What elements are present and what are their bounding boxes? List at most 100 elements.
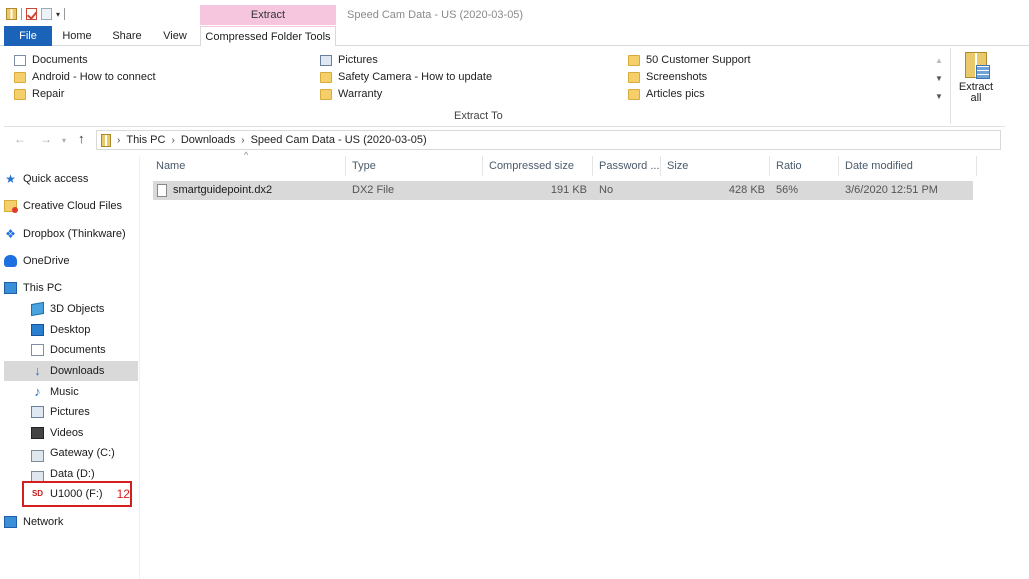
pictures-icon bbox=[320, 55, 332, 66]
nav-item-desktop[interactable]: Desktop bbox=[4, 320, 138, 340]
column-header-ratio[interactable]: Ratio bbox=[770, 156, 839, 176]
column-header-type[interactable]: Type bbox=[346, 156, 483, 176]
scroll-down-icon[interactable]: ▼ bbox=[932, 70, 946, 88]
extract-all-button[interactable]: Extract all bbox=[956, 52, 996, 104]
file-size: 428 KB bbox=[728, 184, 765, 196]
column-header-date-modified[interactable]: Date modified bbox=[839, 156, 977, 176]
nav-item-pictures[interactable]: Pictures bbox=[4, 402, 138, 422]
address-bar[interactable]: › This PC › Downloads › Speed Cam Data -… bbox=[96, 130, 1001, 150]
nav-item-videos[interactable]: Videos bbox=[4, 423, 138, 443]
navigation-pane: ★ Quick access Creative Cloud Files ❖ Dr… bbox=[0, 156, 140, 579]
pictures-icon bbox=[31, 406, 44, 418]
toolbar-divider bbox=[64, 8, 66, 20]
customize-caret-icon[interactable]: ▾ bbox=[56, 10, 60, 19]
up-arrow-icon[interactable]: ↑ bbox=[78, 131, 85, 146]
star-icon: ★ bbox=[5, 172, 16, 186]
onedrive-icon bbox=[4, 255, 17, 267]
destination-label: Android - How to connect bbox=[32, 71, 156, 83]
nav-item-this-pc[interactable]: This PC bbox=[4, 278, 138, 298]
zip-folder-icon[interactable] bbox=[6, 8, 17, 20]
nav-item-3d-objects[interactable]: 3D Objects bbox=[4, 299, 138, 319]
context-tab-group-label: Extract bbox=[200, 5, 336, 25]
nav-item-dropbox[interactable]: ❖ Dropbox (Thinkware) bbox=[4, 224, 138, 244]
file-icon bbox=[157, 184, 167, 197]
creative-cloud-icon bbox=[4, 200, 18, 213]
destination-item[interactable]: Warranty bbox=[320, 86, 382, 103]
file-password: No bbox=[599, 184, 614, 196]
ribbon-panel: Documents Pictures 50 Customer Support A… bbox=[4, 46, 1005, 127]
file-ratio: 56% bbox=[776, 184, 799, 196]
destination-item[interactable]: Android - How to connect bbox=[14, 69, 156, 86]
nav-item-label: 3D Objects bbox=[50, 303, 105, 315]
file-name: smartguidepoint.dx2 bbox=[173, 184, 273, 196]
downloads-icon: ↓ bbox=[34, 363, 41, 378]
ribbon-divider bbox=[950, 48, 951, 124]
scroll-up-icon[interactable]: ▲ bbox=[932, 52, 946, 70]
nav-item-onedrive[interactable]: OneDrive bbox=[4, 251, 138, 271]
folder-icon bbox=[628, 55, 640, 66]
folder-icon bbox=[320, 89, 332, 100]
this-pc-icon bbox=[4, 282, 17, 294]
destination-item[interactable]: 50 Customer Support bbox=[628, 52, 751, 69]
nav-item-label: Desktop bbox=[50, 324, 91, 336]
annotation-highlight-box bbox=[22, 481, 132, 507]
3d-objects-icon bbox=[31, 301, 44, 317]
tab-share[interactable]: Share bbox=[106, 26, 148, 46]
destination-item[interactable]: Articles pics bbox=[628, 86, 705, 103]
folder-icon bbox=[628, 72, 640, 83]
breadcrumb-separator: › bbox=[241, 134, 245, 146]
window-title: Speed Cam Data - US (2020-03-05) bbox=[347, 9, 524, 21]
destination-item[interactable]: Repair bbox=[14, 86, 64, 103]
table-row[interactable]: smartguidepoint.dx2 DX2 File 191 KB No 4… bbox=[153, 181, 973, 200]
destination-label: Pictures bbox=[338, 54, 378, 66]
ribbon-group-label: Extract To bbox=[454, 110, 503, 122]
address-row: ← → ▾ ↑ › This PC › Downloads › Speed Ca… bbox=[0, 130, 1029, 150]
tab-view[interactable]: View bbox=[156, 26, 194, 46]
nav-item-music[interactable]: ♪ Music bbox=[4, 382, 138, 402]
column-header-size[interactable]: Size bbox=[661, 156, 770, 176]
drive-c-icon bbox=[31, 449, 44, 462]
column-header-name[interactable]: Name bbox=[150, 156, 346, 176]
title-bar: ▾ Extract Speed Cam Data - US (2020-03-0… bbox=[0, 0, 1029, 26]
folder-icon bbox=[14, 72, 26, 83]
videos-icon bbox=[31, 427, 44, 439]
destination-label: Screenshots bbox=[646, 71, 708, 83]
destination-item[interactable]: Safety Camera - How to update bbox=[320, 69, 492, 86]
documents-icon bbox=[31, 344, 44, 356]
toolbar-divider bbox=[21, 8, 22, 20]
breadcrumb-downloads[interactable]: Downloads bbox=[181, 134, 235, 146]
file-name-cell: smartguidepoint.dx2 bbox=[157, 181, 272, 200]
nav-item-label: Videos bbox=[50, 427, 84, 439]
breadcrumb-this-pc[interactable]: This PC bbox=[126, 134, 165, 146]
nav-item-downloads[interactable]: ↓ Downloads bbox=[4, 361, 138, 381]
tab-home[interactable]: Home bbox=[56, 26, 98, 46]
forward-arrow-icon[interactable]: → bbox=[40, 132, 52, 146]
extract-to-destinations: Documents Pictures 50 Customer Support A… bbox=[10, 52, 948, 108]
nav-item-label: Network bbox=[23, 516, 64, 528]
nav-item-label: OneDrive bbox=[23, 255, 70, 267]
destination-item[interactable]: Documents bbox=[14, 52, 88, 69]
file-type: DX2 File bbox=[352, 184, 395, 196]
nav-item-drive-c[interactable]: Gateway (C:) bbox=[4, 443, 138, 463]
tab-compressed-folder-tools[interactable]: Compressed Folder Tools bbox=[200, 26, 336, 47]
recent-locations-icon[interactable]: ▾ bbox=[62, 136, 66, 145]
network-icon bbox=[4, 516, 17, 528]
music-icon: ♪ bbox=[34, 384, 41, 399]
nav-item-creative-cloud[interactable]: Creative Cloud Files bbox=[4, 196, 138, 216]
breadcrumb-current-folder[interactable]: Speed Cam Data - US (2020-03-05) bbox=[251, 134, 427, 146]
properties-icon[interactable] bbox=[26, 8, 37, 20]
folder-icon bbox=[628, 89, 640, 100]
destination-item[interactable]: Pictures bbox=[320, 52, 378, 69]
tab-file[interactable]: File bbox=[4, 26, 52, 46]
nav-item-documents[interactable]: Documents bbox=[4, 340, 138, 360]
nav-item-network[interactable]: Network bbox=[4, 512, 138, 532]
new-folder-icon[interactable] bbox=[41, 8, 52, 20]
extract-all-label-2: all bbox=[970, 92, 982, 104]
destination-item[interactable]: Screenshots bbox=[628, 69, 707, 86]
column-header-compressed-size[interactable]: Compressed size bbox=[483, 156, 593, 176]
zip-folder-icon bbox=[101, 133, 111, 147]
column-header-password[interactable]: Password ... bbox=[593, 156, 661, 176]
back-arrow-icon[interactable]: ← bbox=[14, 132, 26, 146]
nav-item-quick-access[interactable]: ★ Quick access bbox=[4, 169, 138, 189]
expand-gallery-icon[interactable]: ▼ bbox=[932, 88, 946, 106]
